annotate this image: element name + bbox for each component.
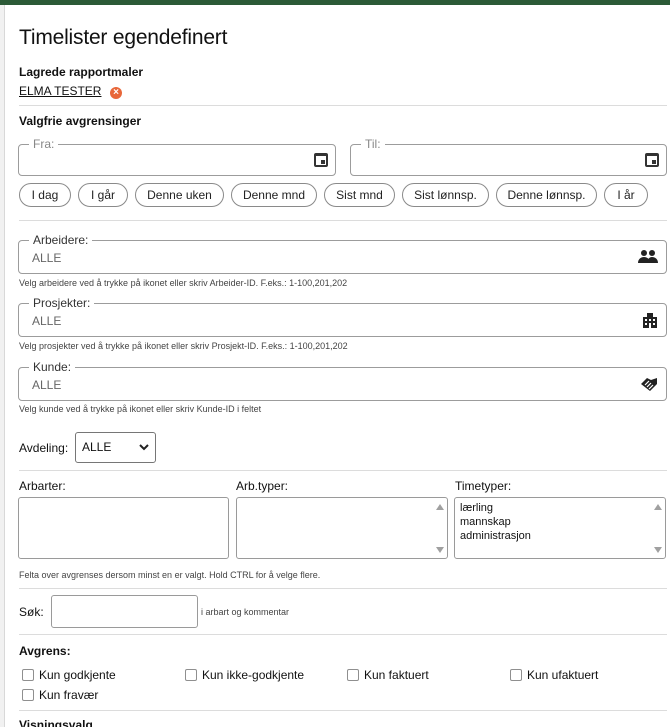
divider xyxy=(19,220,667,221)
lists-hint: Felta over avgrenses dersom minst en er … xyxy=(19,570,321,580)
customer-label: Kunde: xyxy=(29,360,76,374)
quick-range-this-week[interactable]: Denne uken xyxy=(135,183,224,207)
page-title: Timelister egendefinert xyxy=(19,26,228,49)
calendar-icon[interactable] xyxy=(645,153,659,167)
top-accent-bar xyxy=(0,0,670,5)
list-item[interactable]: administrasjon xyxy=(460,530,531,542)
to-date-label: Til: xyxy=(361,137,385,151)
department-select[interactable]: ALLE xyxy=(75,432,156,463)
customer-field[interactable]: Kunde: ALLE xyxy=(18,360,667,401)
workers-hint: Velg arbeidere ved å trykke på ikonet el… xyxy=(19,278,348,288)
list-item[interactable]: mannskap xyxy=(460,516,511,528)
divider xyxy=(19,105,667,106)
invoiced-only-checkbox[interactable] xyxy=(347,669,359,681)
from-date-field[interactable]: Fra: xyxy=(18,137,336,176)
quick-range-this-year[interactable]: I år xyxy=(604,183,648,207)
scroll-up-icon[interactable] xyxy=(436,504,444,510)
worker-types-label: Arb.typer: xyxy=(236,479,289,493)
workers-label: Arbeidere: xyxy=(29,233,93,247)
optional-limits-heading: Valgfrie avgrensinger xyxy=(19,114,142,128)
search-label: Søk: xyxy=(19,605,44,619)
building-icon[interactable] xyxy=(642,312,658,332)
left-panel-edge xyxy=(0,5,5,727)
uninvoiced-only-checkbox[interactable] xyxy=(510,669,522,681)
quick-range-last-month[interactable]: Sist mnd xyxy=(324,183,395,207)
uninvoiced-only-label: Kun ufaktuert xyxy=(527,668,599,682)
work-types-label: Arbarter: xyxy=(19,479,66,493)
invoiced-only-label: Kun faktuert xyxy=(364,668,429,682)
projects-value: ALLE xyxy=(32,314,62,328)
divider xyxy=(19,588,667,589)
work-types-listbox[interactable] xyxy=(18,497,229,559)
scroll-down-icon[interactable] xyxy=(436,547,444,553)
approved-only-checkbox[interactable] xyxy=(22,669,34,681)
not-approved-only-checkbox[interactable] xyxy=(185,669,197,681)
time-types-label: Timetyper: xyxy=(455,479,512,493)
divider xyxy=(19,634,667,635)
calendar-icon[interactable] xyxy=(314,153,328,167)
saved-templates-heading: Lagrede rapportmaler xyxy=(19,65,144,79)
chevron-down-icon xyxy=(139,433,149,474)
worker-types-listbox[interactable] xyxy=(236,497,448,559)
scroll-up-icon[interactable] xyxy=(654,504,662,510)
handshake-icon[interactable] xyxy=(640,376,658,396)
saved-template-link[interactable]: ELMA TESTER xyxy=(19,84,101,98)
quick-range-this-payperiod[interactable]: Denne lønnsp. xyxy=(496,183,597,207)
scroll-down-icon[interactable] xyxy=(654,547,662,553)
not-approved-only-label: Kun ikke-godkjente xyxy=(202,668,305,682)
projects-field[interactable]: Prosjekter: ALLE xyxy=(18,296,667,337)
quick-range-this-month[interactable]: Denne mnd xyxy=(231,183,317,207)
display-options-heading: Visningsvalg xyxy=(19,718,93,727)
workers-value: ALLE xyxy=(32,251,62,265)
absence-only-checkbox[interactable] xyxy=(22,689,34,701)
search-hint: i arbart og kommentar xyxy=(201,607,290,617)
people-icon[interactable] xyxy=(638,249,658,269)
absence-only-label: Kun fravær xyxy=(39,688,99,702)
workers-field[interactable]: Arbeidere: ALLE xyxy=(18,233,667,274)
approved-only-label: Kun godkjente xyxy=(39,668,116,682)
quick-range-today[interactable]: I dag xyxy=(19,183,71,207)
department-label: Avdeling: xyxy=(19,441,69,455)
customer-value: ALLE xyxy=(32,378,62,392)
to-date-field[interactable]: Til: xyxy=(350,137,667,176)
quick-range-last-payperiod[interactable]: Sist lønnsp. xyxy=(402,183,489,207)
quick-range-yesterday[interactable]: I går xyxy=(78,183,128,207)
time-types-listbox[interactable]: lærling mannskap administrasjon xyxy=(454,497,666,559)
divider xyxy=(19,710,667,711)
divider xyxy=(19,470,667,471)
projects-hint: Velg prosjekter ved å trykke på ikonet e… xyxy=(19,341,348,351)
projects-label: Prosjekter: xyxy=(29,296,95,310)
limit-heading: Avgrens: xyxy=(19,644,71,658)
department-selected: ALLE xyxy=(82,440,112,454)
from-date-label: Fra: xyxy=(29,137,59,151)
search-input[interactable] xyxy=(51,595,198,628)
remove-circle-icon[interactable]: × xyxy=(110,87,122,99)
list-item[interactable]: lærling xyxy=(460,502,493,514)
customer-hint: Velg kunde ved å trykke på ikonet eller … xyxy=(19,404,262,414)
